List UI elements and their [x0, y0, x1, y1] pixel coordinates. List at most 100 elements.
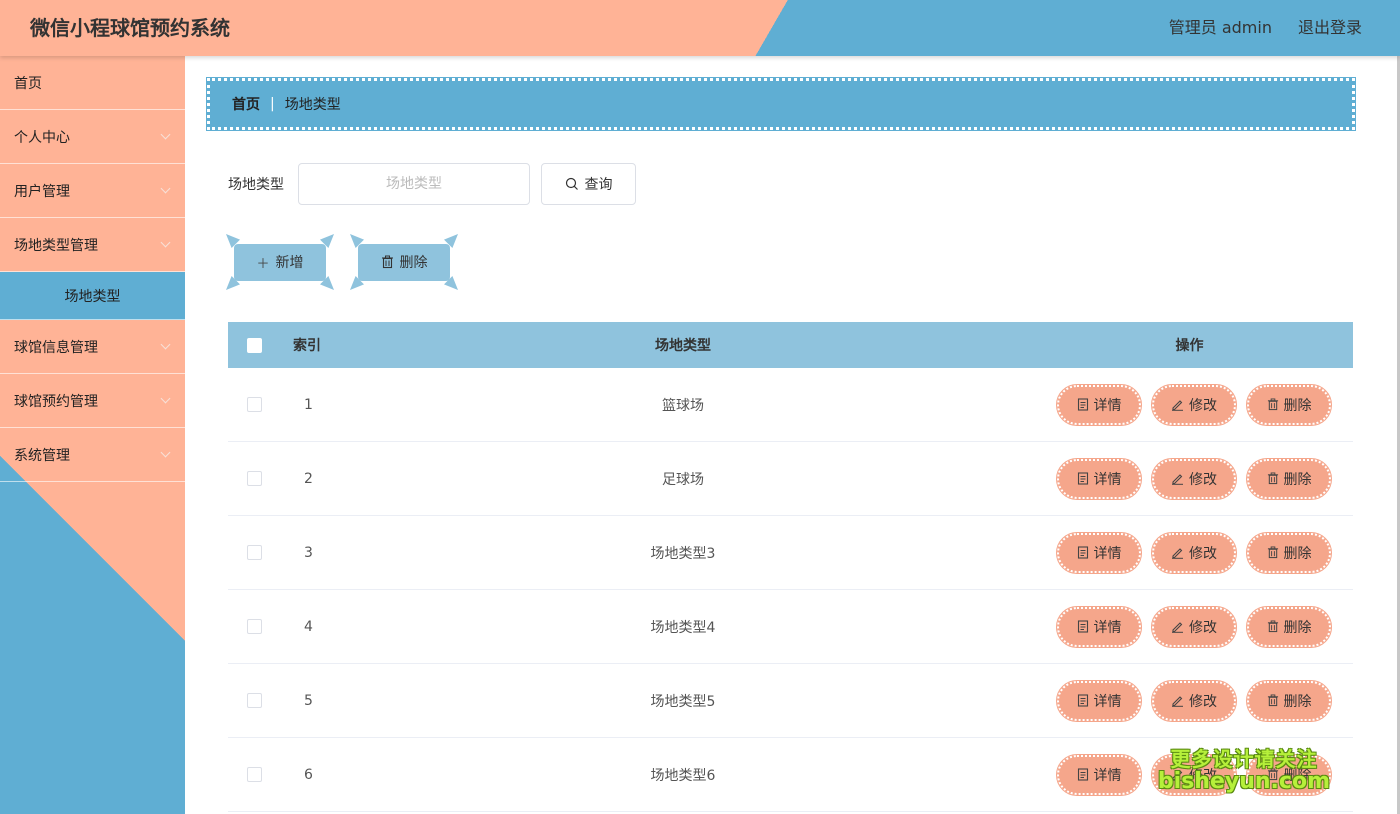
detail-button[interactable]: 详情	[1056, 383, 1142, 426]
add-button-label: 新增	[275, 255, 304, 271]
batch-delete-button-face[interactable]: 删除	[358, 243, 450, 281]
document-icon	[1077, 472, 1088, 485]
breadcrumb: 首页 | 场地类型	[206, 77, 1356, 131]
cell-type: 场地类型3	[650, 545, 716, 562]
breadcrumb-current: 场地类型	[284, 97, 341, 113]
cell-type: 场地类型4	[650, 619, 716, 636]
main-content: 首页 | 场地类型 场地类型 查询 ＋ 新增 删除	[185, 56, 1400, 814]
detail-button[interactable]: 详情	[1056, 531, 1142, 574]
row-checkbox[interactable]	[246, 619, 262, 634]
sidebar-item-personal-center[interactable]: 个人中心	[0, 110, 185, 164]
delete-button-label: 删除	[1283, 693, 1312, 710]
table-header: 索引 场地类型 操作	[228, 322, 1353, 368]
sidebar: 首页 个人中心 用户管理 场地类型管理 场地类型 球馆信息管理 球馆预约管理 系…	[0, 56, 185, 814]
edit-button-label: 修改	[1189, 397, 1217, 414]
row-checkbox[interactable]	[246, 693, 262, 708]
search-row: 场地类型 查询	[228, 163, 636, 205]
detail-button-label: 详情	[1093, 767, 1122, 784]
sidebar-item-user-management[interactable]: 用户管理	[0, 164, 185, 218]
breadcrumb-home[interactable]: 首页	[232, 94, 260, 114]
select-all-checkbox[interactable]	[246, 337, 262, 353]
cell-ops: 详情 修改 删除	[1026, 457, 1353, 500]
delete-button[interactable]: 删除	[1246, 679, 1332, 722]
plus-icon: ＋	[256, 256, 270, 272]
edit-button[interactable]: 修改	[1151, 531, 1237, 574]
chevron-down-icon	[160, 447, 171, 458]
breadcrumb-separator: |	[270, 96, 275, 112]
row-checkbox[interactable]	[246, 397, 262, 412]
sidebar-item-label: 首页	[14, 75, 42, 92]
edit-button[interactable]: 修改	[1151, 605, 1237, 648]
cell-ops: 详情 修改 删除	[1026, 383, 1353, 426]
add-button[interactable]: ＋ 新增	[226, 234, 334, 290]
cell-type: 场地类型6	[650, 767, 716, 784]
batch-delete-button[interactable]: 删除	[350, 234, 458, 290]
row-checkbox[interactable]	[246, 767, 262, 782]
delete-button-label: 删除	[1283, 397, 1312, 414]
chevron-down-icon	[160, 237, 171, 248]
sidebar-item-label: 个人中心	[14, 129, 70, 146]
cell-ops: 详情 修改 删除	[1026, 605, 1353, 648]
delete-button[interactable]: 删除	[1246, 605, 1332, 648]
delete-button[interactable]: 删除	[1246, 457, 1332, 500]
detail-button-label: 详情	[1093, 397, 1122, 414]
delete-button[interactable]: 删除	[1246, 531, 1332, 574]
document-icon	[1077, 546, 1088, 559]
trash-icon	[1267, 546, 1278, 559]
data-table: 索引 场地类型 操作 1 篮球场 详情 修改 删除 2 足球场 详情 修改 删除 3 场地类型3 详情修…	[228, 322, 1353, 812]
detail-button[interactable]: 详情	[1056, 679, 1142, 722]
edit-button[interactable]: 修改	[1151, 679, 1237, 722]
query-button[interactable]: 查询	[541, 163, 636, 205]
column-header-index: 索引	[293, 338, 321, 354]
detail-button-label: 详情	[1093, 545, 1122, 562]
detail-button[interactable]: 详情	[1056, 605, 1142, 648]
row-checkbox[interactable]	[246, 545, 262, 560]
watermark: 更多设计请关注 bisheyun.com	[1158, 748, 1330, 794]
column-header-type: 场地类型	[655, 338, 711, 354]
sidebar-item-system-management[interactable]: 系统管理	[0, 428, 185, 482]
cell-index: 6	[304, 766, 313, 783]
sidebar-item-label: 场地类型管理	[14, 237, 98, 254]
chevron-down-icon	[160, 339, 171, 350]
sidebar-item-booking-management[interactable]: 球馆预约管理	[0, 374, 185, 428]
logout-link[interactable]: 退出登录	[1298, 14, 1362, 38]
search-label: 场地类型	[228, 177, 284, 193]
sidebar-item-gym-info-management[interactable]: 球馆信息管理	[0, 320, 185, 374]
sidebar-item-home[interactable]: 首页	[0, 56, 185, 110]
table-row: 5 场地类型5 详情 修改 删除	[228, 664, 1353, 738]
cell-index: 1	[304, 396, 313, 413]
edit-button[interactable]: 修改	[1151, 383, 1237, 426]
delete-button[interactable]: 删除	[1246, 383, 1332, 426]
app-title: 微信小程球馆预约系统	[30, 16, 230, 40]
watermark-line1: 更多设计请关注	[1170, 746, 1318, 771]
detail-button[interactable]: 详情	[1056, 457, 1142, 500]
current-user[interactable]: 管理员 admin	[1169, 14, 1272, 38]
top-header: 微信小程球馆预约系统 管理员 admin 退出登录	[0, 0, 1400, 56]
cell-ops: 详情 修改 删除	[1026, 531, 1353, 574]
edit-button[interactable]: 修改	[1151, 457, 1237, 500]
add-button-face[interactable]: ＋ 新增	[234, 243, 326, 281]
cell-type: 篮球场	[662, 397, 704, 414]
cell-index: 4	[304, 618, 313, 635]
document-icon	[1077, 620, 1088, 633]
row-checkbox[interactable]	[246, 471, 262, 486]
trash-icon	[1267, 398, 1278, 411]
edit-icon	[1172, 474, 1183, 485]
sidebar-item-venue-type-management[interactable]: 场地类型管理	[0, 218, 185, 272]
chevron-down-icon	[160, 183, 171, 194]
watermark-line2: bisheyun.com	[1157, 768, 1330, 794]
document-icon	[1077, 694, 1088, 707]
cell-index: 3	[304, 544, 313, 561]
sidebar-item-label: 球馆信息管理	[14, 339, 98, 356]
table-row: 2 足球场 详情 修改 删除	[228, 442, 1353, 516]
detail-button-label: 详情	[1093, 693, 1122, 710]
cell-type: 足球场	[662, 471, 704, 488]
search-input[interactable]	[298, 163, 530, 205]
document-icon	[1077, 398, 1088, 411]
detail-button[interactable]: 详情	[1056, 753, 1142, 796]
edit-icon	[1172, 548, 1183, 559]
search-icon	[565, 177, 578, 190]
document-icon	[1077, 768, 1088, 781]
edit-button-label: 修改	[1189, 545, 1217, 562]
sidebar-subitem-venue-type[interactable]: 场地类型	[0, 272, 185, 320]
